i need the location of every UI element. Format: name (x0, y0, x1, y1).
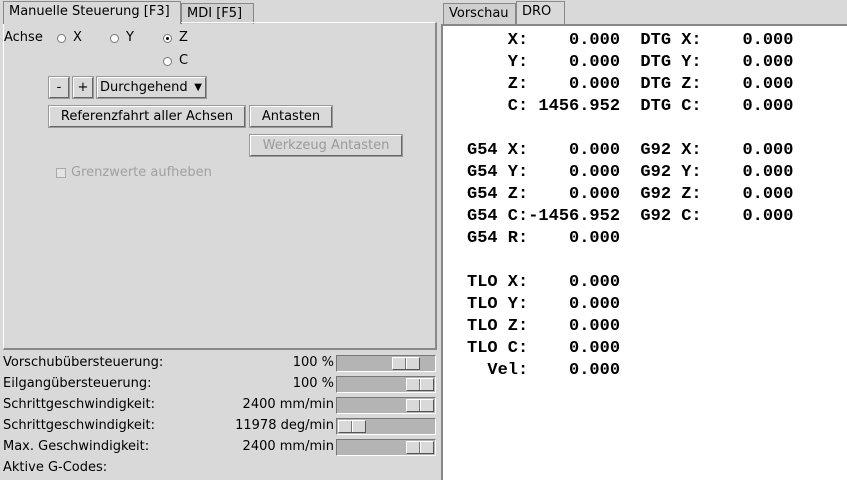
jog-speed-linear-label: Schrittgeschwindigkeit: (3, 397, 155, 412)
axis-x-label: X (73, 30, 82, 45)
feed-override-label: Vorschubübersteuerung: (3, 355, 164, 370)
rapid-override-slider[interactable] (336, 376, 436, 393)
manual-control-panel (3, 22, 437, 350)
chevron-down-icon: ▼ (194, 82, 202, 93)
tab-mdi[interactable]: MDI [F5] (181, 3, 254, 24)
slider-thumb[interactable] (406, 378, 434, 391)
dro-panel: X: 0.000 DTG X: 0.000 Y: 0.000 DTG Y: 0.… (441, 24, 847, 480)
jog-speed-linear-slider[interactable] (336, 397, 436, 414)
dro-line: TLO Z: 0.000 (467, 317, 621, 336)
dro-line: G54 R: 0.000 (467, 229, 621, 248)
axis-radio-z[interactable]: Z (163, 30, 203, 46)
axis-radio-c[interactable]: C (163, 53, 203, 69)
dro-line: G54 X: 0.000 G92 X: 0.000 (467, 141, 794, 160)
dro-line: Y: 0.000 DTG Y: 0.000 (467, 53, 794, 72)
override-limits-label: Grenzwerte aufheben (71, 165, 212, 180)
probe-button[interactable]: Antasten (249, 105, 333, 128)
jog-speed-angular-value: 11978 deg/min (235, 418, 334, 433)
tool-probe-button[interactable]: Werkzeug Antasten (249, 134, 403, 157)
axis-c-label: C (179, 53, 189, 68)
tab-dro[interactable]: DRO (516, 1, 565, 24)
slider-thumb[interactable] (338, 420, 366, 433)
jog-mode-value: Durchgehend (100, 80, 188, 95)
dro-line: TLO C: 0.000 (467, 339, 621, 358)
jog-mode-select[interactable]: Durchgehend ▼ (96, 76, 207, 99)
home-all-button[interactable]: Referenzfahrt aller Achsen (48, 105, 246, 128)
dro-line: G54 Y: 0.000 G92 Y: 0.000 (467, 163, 794, 182)
tab-manual-control[interactable]: Manuelle Steuerung [F3] (3, 1, 181, 24)
jog-speed-angular-label: Schrittgeschwindigkeit: (3, 418, 155, 433)
jog-speed-linear-value: 2400 mm/min (242, 397, 334, 412)
dro-line: C: 1456.952 DTG C: 0.000 (467, 97, 794, 116)
radio-icon (110, 34, 119, 43)
slider-thumb[interactable] (392, 357, 420, 370)
radio-icon (57, 34, 66, 43)
max-velocity-slider[interactable] (336, 439, 436, 456)
axis-radio-y[interactable]: Y (110, 30, 150, 46)
rapid-override-label: Eilgangübersteuerung: (3, 376, 152, 391)
override-limits-checkbox[interactable]: Grenzwerte aufheben (55, 165, 225, 181)
jog-plus-button[interactable]: + (72, 76, 94, 99)
slider-thumb[interactable] (406, 399, 434, 412)
axis-y-label: Y (126, 30, 134, 45)
checkbox-icon (56, 168, 66, 178)
radio-checked-icon (163, 34, 172, 43)
dro-line: TLO X: 0.000 (467, 273, 621, 292)
jog-minus-button[interactable]: - (48, 76, 70, 99)
dro-line: Vel: 0.000 (467, 361, 621, 380)
slider-thumb[interactable] (406, 441, 434, 454)
feed-override-slider[interactable] (336, 355, 436, 372)
dro-line: TLO Y: 0.000 (467, 295, 621, 314)
axis-z-label: Z (179, 30, 188, 45)
axis-radio-x[interactable]: X (57, 30, 97, 46)
max-velocity-label: Max. Geschwindigkeit: (3, 439, 150, 454)
radio-icon (163, 57, 172, 66)
jog-speed-angular-slider[interactable] (336, 418, 436, 435)
feed-override-value: 100 % (292, 355, 334, 370)
dro-line: X: 0.000 DTG X: 0.000 (467, 31, 794, 50)
tab-preview[interactable]: Vorschau (443, 3, 516, 24)
dro-line: Z: 0.000 DTG Z: 0.000 (467, 75, 794, 94)
dro-line: G54 Z: 0.000 G92 Z: 0.000 (467, 185, 794, 204)
rapid-override-value: 100 % (292, 376, 334, 391)
axis-label: Achse (4, 30, 43, 45)
active-gcodes-label: Aktive G-Codes: (3, 460, 108, 475)
dro-line: G54 C:-1456.952 G92 C: 0.000 (467, 207, 794, 226)
max-velocity-value: 2400 mm/min (242, 439, 334, 454)
